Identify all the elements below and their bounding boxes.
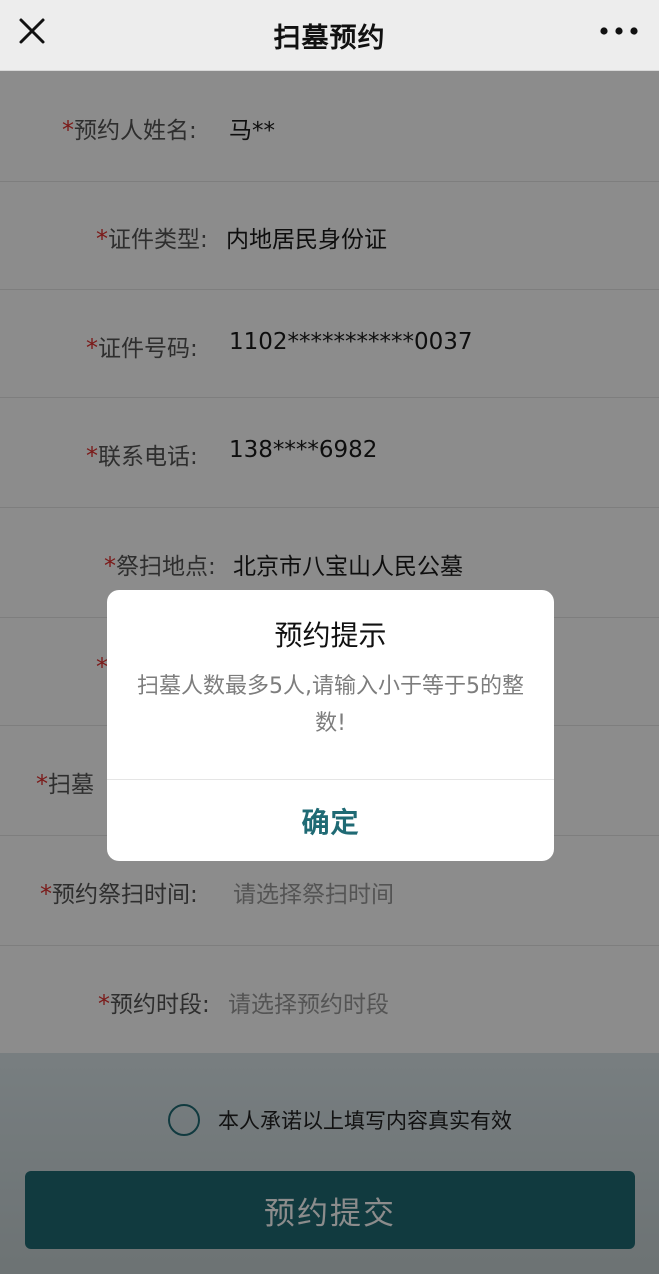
dialog-title: 预约提示 (274, 619, 387, 652)
page-title: 扫墓预约 (273, 22, 386, 54)
more-dots-icon[interactable] (599, 24, 639, 38)
confirm-button[interactable]: 确定 (107, 780, 554, 861)
title-bar: 扫墓预约 (0, 0, 659, 71)
alert-dialog: 预约提示 扫墓人数最多5人,请输入小于等于5的整数! 确定 (107, 590, 554, 861)
dialog-message: 扫墓人数最多5人,请输入小于等于5的整数! (137, 674, 524, 736)
close-icon[interactable] (14, 13, 50, 49)
